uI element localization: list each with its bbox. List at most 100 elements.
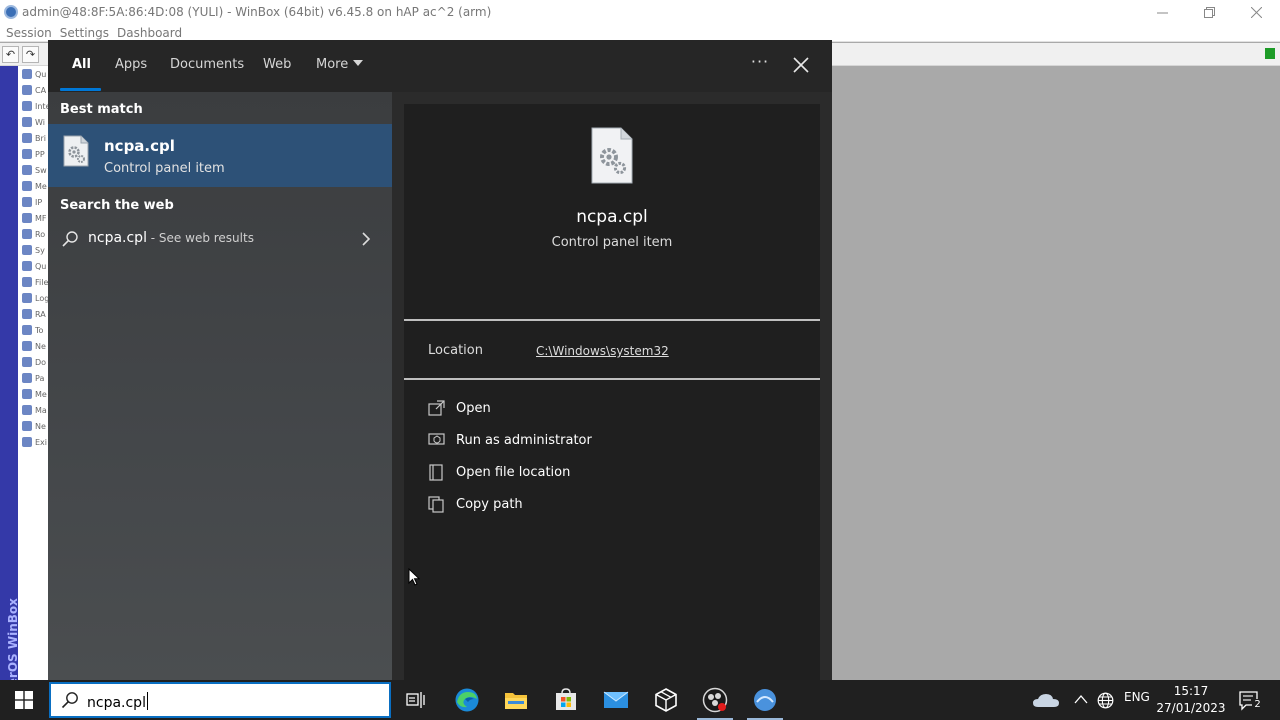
divider [404, 319, 820, 321]
nav-item-label: File [35, 277, 48, 287]
winbox-nav-item[interactable]: Ne [18, 338, 48, 354]
winbox-nav-item[interactable]: Ro [18, 226, 48, 242]
maximize-button[interactable] [1186, 0, 1233, 24]
winbox-nav-item[interactable]: Inte [18, 98, 48, 114]
undo-icon: ↶ [5, 48, 16, 61]
taskbar-app-cube[interactable] [642, 680, 690, 720]
action-open[interactable]: Open [428, 398, 808, 424]
tab-documents[interactable]: Documents [170, 57, 244, 72]
winbox-nav-item[interactable]: Pa [18, 370, 48, 386]
action-run-as-administrator[interactable]: Run as administrator [428, 430, 808, 456]
taskbar-app-store[interactable] [542, 680, 590, 720]
winbox-nav-item[interactable]: Exi [18, 434, 48, 450]
search-tabs: All Apps Documents Web More ··· [48, 40, 832, 92]
winbox-nav-item[interactable]: To [18, 322, 48, 338]
winbox-nav-item[interactable]: CA [18, 82, 48, 98]
best-match-result[interactable]: ncpa.cpl Control panel item [48, 124, 392, 187]
nav-item-label: PP [35, 149, 45, 159]
nav-item-icon [22, 197, 32, 207]
start-search-panel: All Apps Documents Web More ··· Best mat… [48, 40, 832, 680]
winbox-brand-stripe: RouterOS WinBox [0, 66, 20, 718]
location-link[interactable]: C:\Windows\system32 [536, 344, 669, 358]
taskbar-app-file-explorer[interactable] [492, 680, 540, 720]
web-result-row[interactable]: ncpa.cpl - See web results [48, 226, 392, 254]
winbox-nav-item[interactable]: Me [18, 178, 48, 194]
winbox-nav-item[interactable]: Ma [18, 402, 48, 418]
open-icon [428, 400, 445, 416]
winbox-nav-item[interactable]: RA [18, 306, 48, 322]
winbox-nav-item[interactable]: Qu [18, 66, 48, 82]
winbox-nav-item[interactable]: MF [18, 210, 48, 226]
search-input-value: ncpa.cpl [87, 695, 146, 711]
close-window-button[interactable] [1233, 0, 1280, 24]
chevron-up-icon[interactable] [1074, 694, 1088, 704]
winbox-nav-item[interactable]: IP [18, 194, 48, 210]
taskbar-app-winbox[interactable] [741, 680, 789, 720]
minimize-button[interactable] [1139, 0, 1186, 24]
best-match-title: ncpa.cpl [104, 137, 175, 155]
taskbar-search-box[interactable]: ncpa.cpl [49, 682, 391, 718]
nav-item-icon [22, 341, 32, 351]
nav-item-icon [22, 325, 32, 335]
minimize-icon [1157, 12, 1168, 13]
winbox-nav-item[interactable]: Me [18, 386, 48, 402]
tab-all[interactable]: All [72, 57, 91, 72]
nav-item-label: To [35, 325, 44, 335]
tab-apps[interactable]: Apps [115, 57, 147, 72]
tab-web[interactable]: Web [263, 57, 291, 72]
close-search-button[interactable] [789, 53, 813, 77]
divider [404, 378, 820, 380]
undo-button[interactable]: ↶ [2, 46, 19, 63]
clock[interactable]: 15:17 27/01/2023 [1156, 683, 1226, 717]
best-match-heading: Best match [60, 102, 143, 117]
task-view-button[interactable] [392, 680, 440, 720]
onedrive-icon[interactable] [1032, 692, 1060, 708]
nav-item-icon [22, 277, 32, 287]
winbox-nav-item[interactable]: Ne [18, 418, 48, 434]
start-button[interactable] [0, 680, 48, 720]
action-copy-path[interactable]: Copy path [428, 494, 808, 520]
redo-icon: ↷ [25, 48, 36, 61]
nav-item-icon [22, 149, 32, 159]
winbox-nav-item[interactable]: Sw [18, 162, 48, 178]
nav-item-icon [22, 437, 32, 447]
winbox-nav-item[interactable]: Wi [18, 114, 48, 130]
taskbar-search-input[interactable]: ncpa.cpl [87, 692, 148, 711]
winbox-nav-item[interactable]: Do [18, 354, 48, 370]
nav-item-icon [22, 117, 32, 127]
language-indicator[interactable]: ENG [1124, 690, 1150, 704]
winbox-nav-item[interactable]: PP [18, 146, 48, 162]
text-caret [146, 692, 148, 710]
winbox-nav-item[interactable]: Qu [18, 258, 48, 274]
nav-item-icon [22, 357, 32, 367]
winbox-nav-menu: Qu CA Inte Wi Bri PP Sw Me IP MF Ro Sy Qu File Log RA To… [18, 66, 48, 680]
more-options-button[interactable]: ··· [748, 52, 772, 76]
nav-item-label: Wi [35, 117, 45, 127]
taskbar-app-mail[interactable] [592, 680, 640, 720]
nav-item-icon [22, 181, 32, 191]
edge-icon [455, 688, 479, 712]
taskbar-app-edge[interactable] [443, 680, 491, 720]
nav-item-label: Exi [35, 437, 48, 447]
tab-more[interactable]: More [316, 57, 364, 72]
winbox-logo-icon [4, 5, 18, 19]
action-open-file-location[interactable]: Open file location [428, 462, 808, 488]
menu-settings[interactable]: Settings [60, 26, 109, 40]
taskbar-app-obs[interactable] [691, 680, 739, 720]
globe-network-icon[interactable] [1097, 692, 1114, 709]
winbox-nav-item[interactable]: File [18, 274, 48, 290]
web-heading: Search the web [60, 198, 174, 213]
winbox-nav-item[interactable]: Sy [18, 242, 48, 258]
winbox-nav-item[interactable]: Bri [18, 130, 48, 146]
menu-dashboard[interactable]: Dashboard [117, 26, 182, 40]
menu-session[interactable]: Session [6, 26, 52, 40]
chevron-right-icon[interactable] [360, 232, 372, 246]
redo-button[interactable]: ↷ [22, 46, 39, 63]
web-result-suffix: - See web results [146, 231, 254, 245]
web-result-text: ncpa.cpl - See web results [88, 230, 254, 246]
notification-center-button[interactable]: 2 [1238, 690, 1263, 712]
nav-item-icon [22, 293, 32, 303]
nav-item-label: IP [35, 197, 43, 207]
copy-icon [428, 496, 444, 513]
winbox-nav-item[interactable]: Log [18, 290, 48, 306]
